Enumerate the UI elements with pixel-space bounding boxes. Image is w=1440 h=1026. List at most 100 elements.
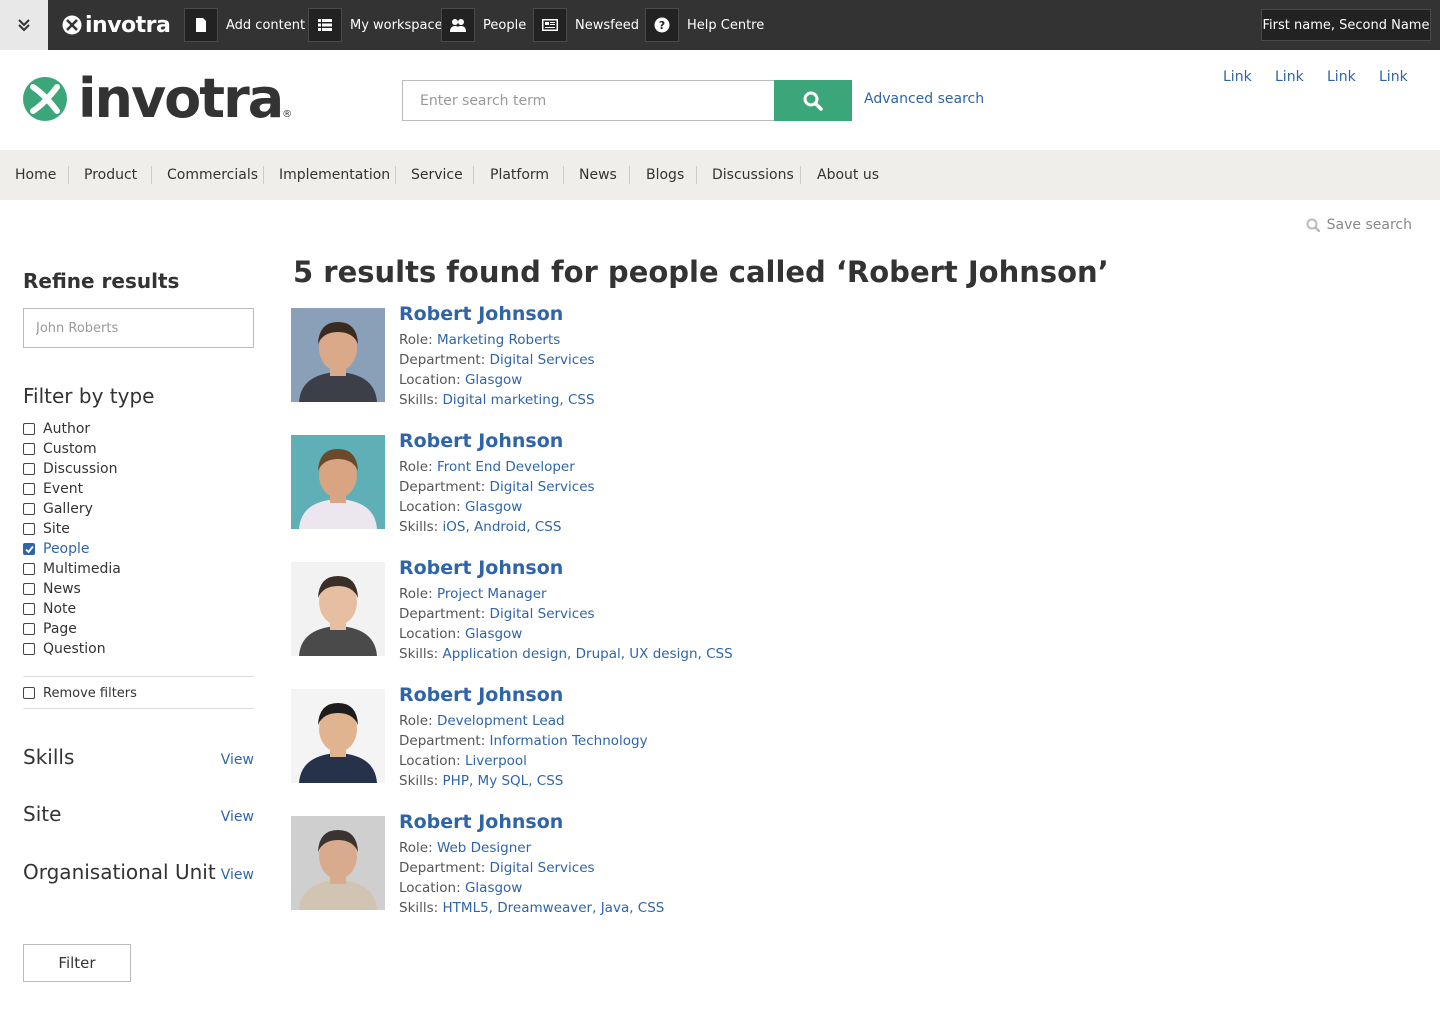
result-skills-value[interactable]: Application design, Drupal, UX design, C…	[443, 646, 733, 662]
nav-item-platform[interactable]: Platform	[490, 150, 549, 200]
nav-item-blogs[interactable]: Blogs	[646, 150, 684, 200]
save-search-link[interactable]: Save search	[1306, 217, 1412, 233]
toolbar-add-content[interactable]: Add content	[184, 0, 305, 50]
type-filter-page[interactable]: Page	[23, 619, 77, 639]
type-filter-people[interactable]: People	[23, 539, 90, 559]
avatar[interactable]	[291, 435, 385, 529]
toolbar-logo[interactable]: invotra	[62, 12, 171, 38]
type-filter-news[interactable]: News	[23, 579, 81, 599]
avatar[interactable]	[291, 816, 385, 910]
result-name-link[interactable]: Robert Johnson	[399, 430, 563, 452]
checkbox-icon	[23, 523, 35, 535]
result-location-value[interactable]: Glasgow	[465, 372, 522, 388]
result-skills-value[interactable]: iOS, Android, CSS	[443, 519, 562, 535]
avatar[interactable]	[291, 689, 385, 783]
type-filter-discussion[interactable]: Discussion	[23, 459, 117, 479]
type-filter-question[interactable]: Question	[23, 639, 106, 659]
result-skills-value[interactable]: Digital marketing, CSS	[443, 392, 595, 408]
result-skills: Skills: HTML5, Dreamweaver, Java, CSS	[399, 900, 664, 916]
type-filter-author[interactable]: Author	[23, 419, 90, 439]
search-button[interactable]	[774, 80, 852, 121]
result-role-value[interactable]: Front End Developer	[437, 459, 575, 475]
remove-filters-checkbox[interactable]: Remove filters	[23, 683, 137, 703]
list-icon	[308, 8, 342, 42]
result-name-link[interactable]: Robert Johnson	[399, 684, 563, 706]
result-department-value[interactable]: Digital Services	[490, 860, 595, 876]
type-filter-custom[interactable]: Custom	[23, 439, 97, 459]
header-link-1[interactable]: Link	[1223, 69, 1252, 85]
nav-item-home[interactable]: Home	[15, 150, 56, 200]
nav-item-service[interactable]: Service	[411, 150, 463, 200]
filter-button[interactable]: Filter	[23, 944, 131, 982]
result-location-value[interactable]: Glasgow	[465, 880, 522, 896]
nav-item-discussions[interactable]: Discussions	[712, 150, 794, 200]
result-skills: Skills: Digital marketing, CSS	[399, 392, 595, 408]
toolbar-item-label: Newsfeed	[575, 17, 639, 33]
checkbox-icon	[23, 687, 35, 699]
type-filter-site[interactable]: Site	[23, 519, 70, 539]
user-menu-button[interactable]: First name, Second Name	[1261, 9, 1431, 41]
result-item: Robert Johnson Role: Project Manager Depar…	[291, 557, 991, 674]
site-logo[interactable]: invotra ®	[22, 70, 292, 128]
result-role: Role: Project Manager	[399, 586, 547, 602]
type-filter-multimedia[interactable]: Multimedia	[23, 559, 121, 579]
result-department-label: Department:	[399, 352, 486, 368]
advanced-search-link[interactable]: Advanced search	[864, 91, 984, 107]
toolbar-my-workspace[interactable]: My workspace	[308, 0, 443, 50]
nav-item-product[interactable]: Product	[84, 150, 137, 200]
type-filter-gallery[interactable]: Gallery	[23, 499, 93, 519]
result-skills-value[interactable]: HTML5, Dreamweaver, Java, CSS	[443, 900, 665, 916]
result-name-link[interactable]: Robert Johnson	[399, 557, 563, 579]
result-skills-label: Skills:	[399, 519, 439, 535]
toolbar-people[interactable]: People	[441, 0, 526, 50]
nav-divider	[563, 166, 564, 184]
avatar[interactable]	[291, 562, 385, 656]
result-name-link[interactable]: Robert Johnson	[399, 811, 563, 833]
result-department-value[interactable]: Digital Services	[490, 479, 595, 495]
toolbar-toggle-button[interactable]	[0, 0, 48, 50]
toolbar-help-centre[interactable]: ? Help Centre	[645, 0, 764, 50]
divider	[23, 708, 254, 709]
result-role-value[interactable]: Marketing Roberts	[437, 332, 560, 348]
results-heading: 5 results found for people called ‘Rober…	[293, 255, 1109, 289]
result-skills-value[interactable]: PHP, My SQL, CSS	[443, 773, 564, 789]
refine-results-heading: Refine results	[23, 269, 180, 293]
result-role-value[interactable]: Development Lead	[437, 713, 565, 729]
facet-skills-view-link[interactable]: View	[221, 752, 254, 768]
header-link-2[interactable]: Link	[1275, 69, 1304, 85]
search-input[interactable]	[402, 80, 775, 121]
double-chevron-down-icon	[18, 19, 30, 32]
result-role-value[interactable]: Web Designer	[437, 840, 531, 856]
type-filter-label: News	[43, 581, 81, 597]
facet-site-heading: Site	[23, 802, 62, 826]
type-filter-label: Event	[43, 481, 84, 497]
result-department: Department: Digital Services	[399, 860, 595, 876]
type-filter-label: Multimedia	[43, 561, 121, 577]
nav-item-about-us[interactable]: About us	[817, 150, 879, 200]
toolbar-newsfeed[interactable]: Newsfeed	[533, 0, 639, 50]
header-link-4[interactable]: Link	[1379, 69, 1408, 85]
result-location-value[interactable]: Glasgow	[465, 499, 522, 515]
result-department-value[interactable]: Digital Services	[490, 606, 595, 622]
result-role-value[interactable]: Project Manager	[437, 586, 547, 602]
type-filter-event[interactable]: Event	[23, 479, 83, 499]
result-location-label: Location:	[399, 753, 461, 769]
nav-item-implementation[interactable]: Implementation	[279, 150, 390, 200]
nav-item-news[interactable]: News	[579, 150, 617, 200]
facet-organisational-unit-view-link[interactable]: View	[221, 867, 254, 883]
type-filter-note[interactable]: Note	[23, 599, 76, 619]
facet-site-view-link[interactable]: View	[221, 809, 254, 825]
checkbox-icon	[23, 563, 35, 575]
refine-search-input[interactable]	[23, 308, 254, 348]
nav-divider	[151, 166, 152, 184]
result-name-link[interactable]: Robert Johnson	[399, 303, 563, 325]
people-icon	[441, 8, 475, 42]
result-department-value[interactable]: Digital Services	[490, 352, 595, 368]
result-department-value[interactable]: Information Technology	[490, 733, 648, 749]
result-location-value[interactable]: Liverpool	[465, 753, 527, 769]
header-link-3[interactable]: Link	[1327, 69, 1356, 85]
nav-item-commercials[interactable]: Commercials	[167, 150, 258, 200]
result-location-value[interactable]: Glasgow	[465, 626, 522, 642]
checkbox-icon	[23, 643, 35, 655]
avatar[interactable]	[291, 308, 385, 402]
